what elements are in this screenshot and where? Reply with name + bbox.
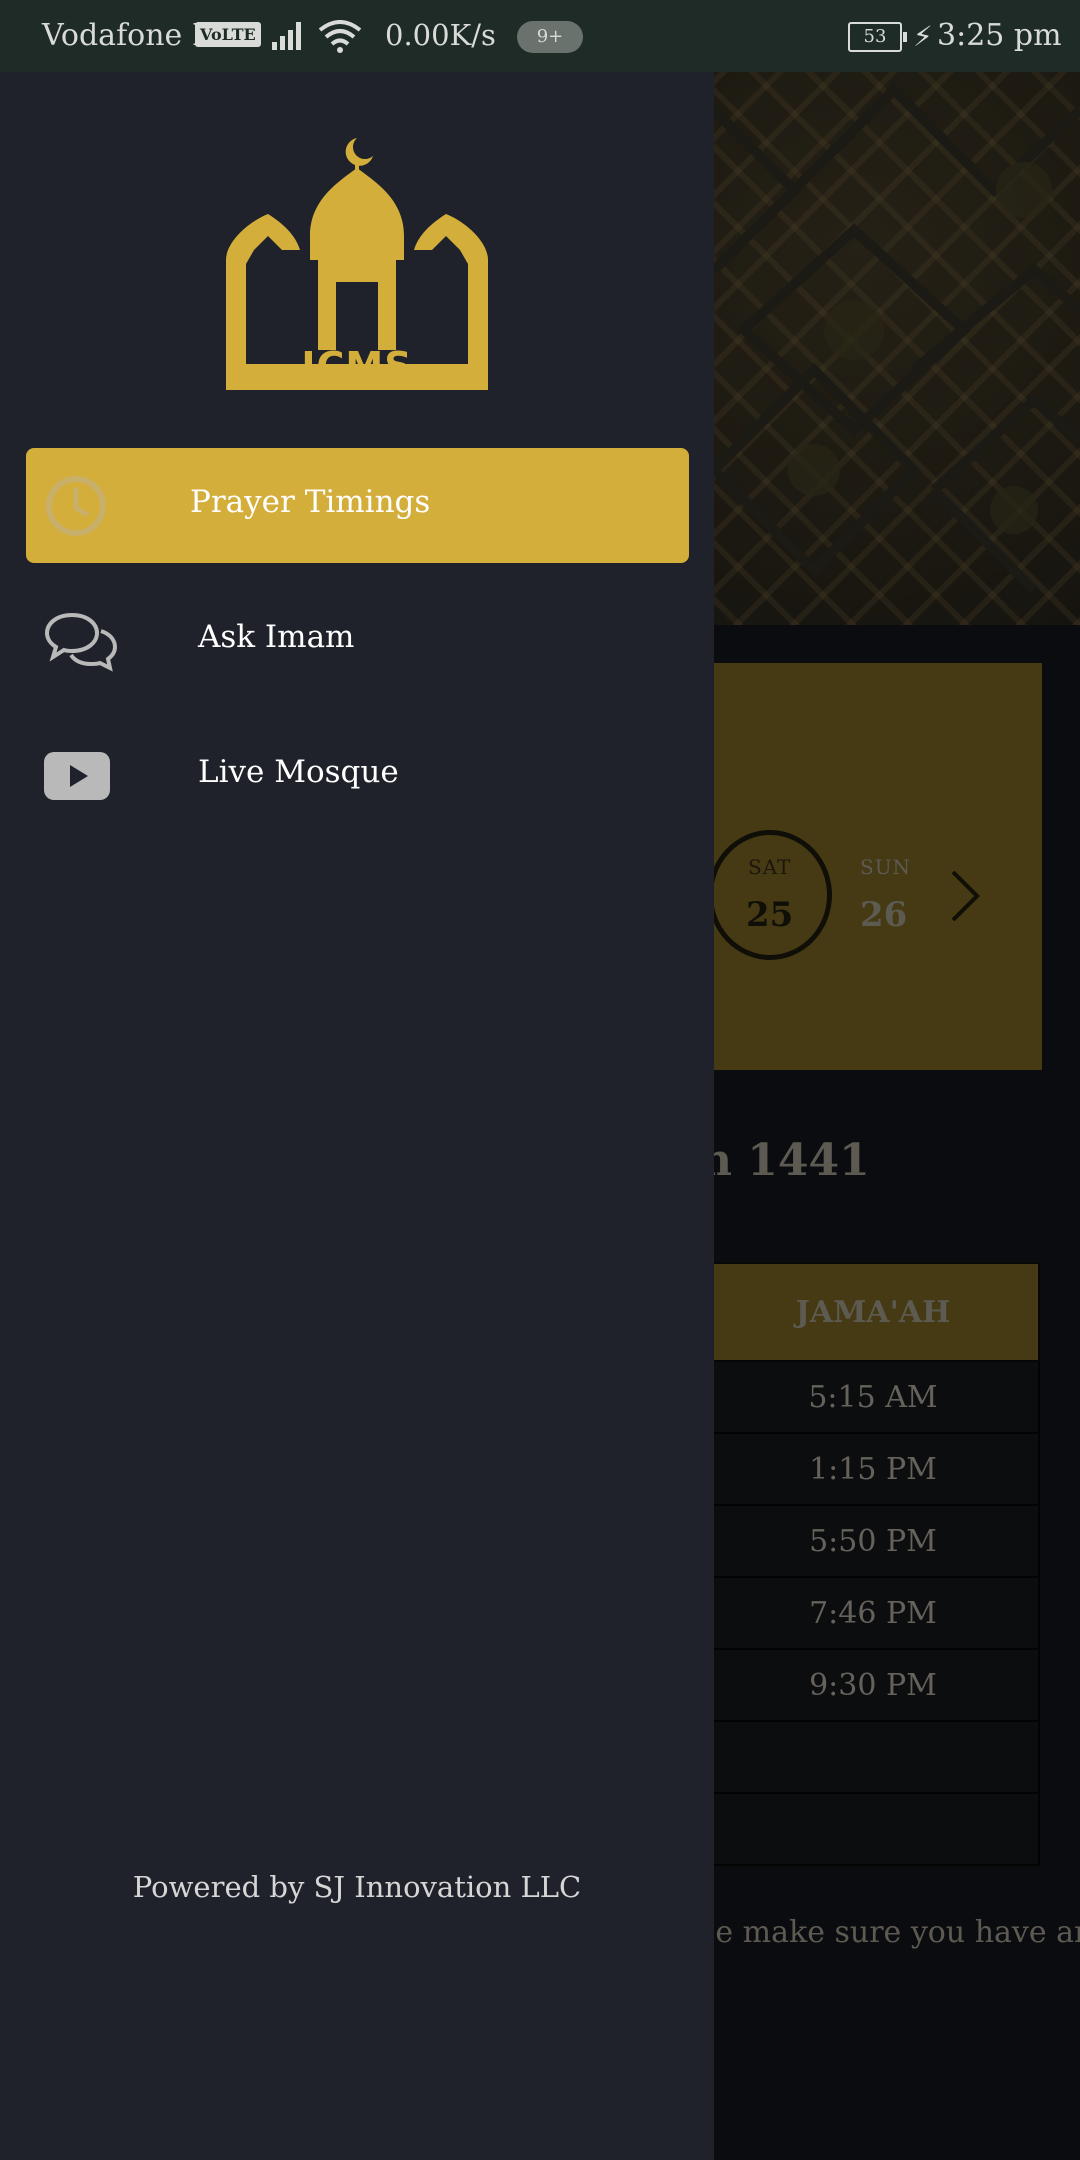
battery-icon: 53 [848, 22, 907, 52]
nav-item-label: Ask Imam [198, 619, 355, 655]
clock-icon [46, 476, 106, 536]
signal-strength-icon [272, 22, 301, 50]
clock-time: 3:25 pm [937, 18, 1062, 53]
charging-bolt-icon: ⚡︎ [913, 20, 933, 53]
network-speed: 0.00K/s [385, 18, 496, 52]
nav-item-live-mosque[interactable]: Live Mosque [26, 718, 689, 833]
wifi-icon [318, 20, 362, 53]
nav-item-ask-imam[interactable]: Ask Imam [26, 583, 689, 698]
chat-bubbles-icon [44, 612, 118, 672]
powered-by-footer: Powered by SJ Innovation LLC [132, 1870, 582, 1904]
notification-count-badge: 9+ [517, 21, 583, 53]
logo-text: ICMS [301, 344, 413, 388]
status-bar: Vodafone IN VoLTE 0.00K/s 9+ 53 ⚡︎ 3:25 … [0, 0, 1080, 72]
volte-badge: VoLTE [195, 22, 261, 47]
navigation-drawer: ICMS Prayer Timings Ask Imam Live Mosque… [0, 72, 714, 2160]
nav-item-label: Live Mosque [198, 754, 399, 790]
nav-item-label: Prayer Timings [190, 484, 431, 520]
youtube-play-icon [44, 752, 110, 800]
nav-item-prayer-timings[interactable]: Prayer Timings [26, 448, 689, 563]
